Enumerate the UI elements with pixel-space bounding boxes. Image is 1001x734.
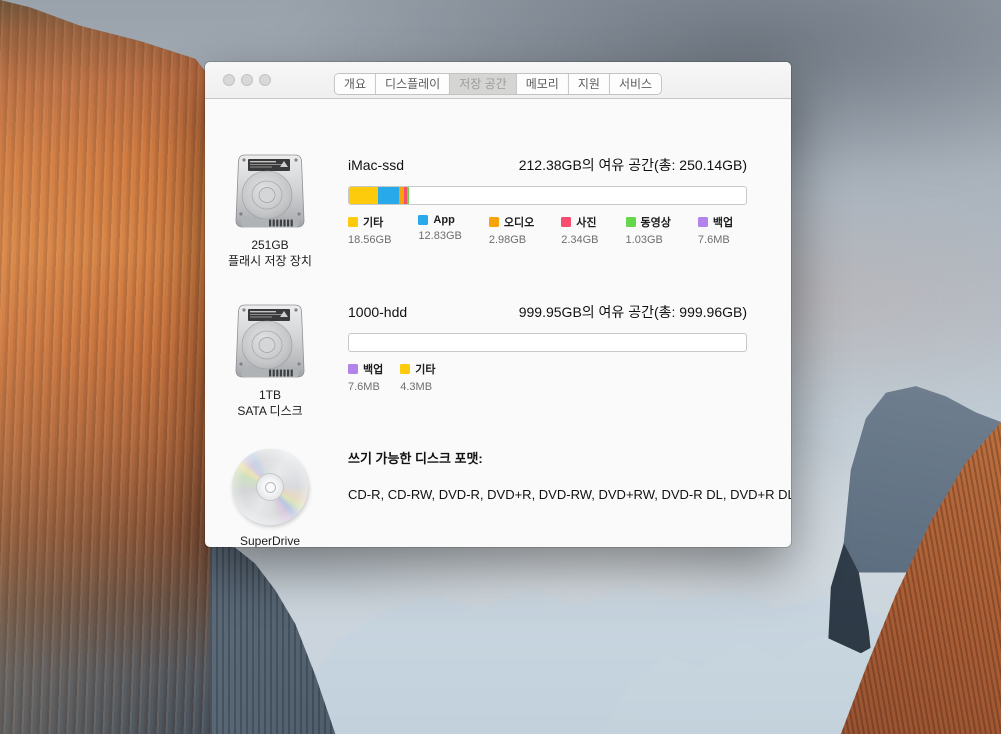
storage-pane: 251GB 플래시 저장 장치 iMac-ssd 212.38GB의 여유 공간… — [205, 99, 791, 547]
legend-item: 동영상 1.03GB — [626, 214, 671, 246]
legend-item: 사진 2.34GB — [561, 214, 598, 246]
disk2-header: 1000-hdd 999.95GB의 여유 공간(총: 999.96GB) — [348, 302, 747, 322]
hard-disk-icon — [234, 150, 306, 234]
legend-item: 기타 18.56GB — [348, 214, 391, 246]
disk1-header: iMac-ssd 212.38GB의 여유 공간(총: 250.14GB) — [348, 155, 747, 175]
legend-swatch — [626, 217, 636, 227]
legend-item: 백업 7.6MB — [698, 214, 733, 246]
disk1-usage-bar — [348, 186, 747, 205]
tab-memory[interactable]: 메모리 — [517, 74, 569, 94]
close-button[interactable] — [223, 74, 235, 86]
about-this-mac-window: 개요 디스플레이 저장 공간 메모리 지원 서비스 — [205, 62, 791, 547]
disk1-name: iMac-ssd — [348, 157, 404, 173]
legend-swatch — [348, 217, 358, 227]
tab-displays[interactable]: 디스플레이 — [376, 74, 450, 94]
legend-swatch — [561, 217, 571, 227]
legend-swatch — [489, 217, 499, 227]
hard-disk-icon — [234, 300, 306, 384]
traffic-lights — [223, 74, 274, 86]
disk2-free-space: 999.95GB의 여유 공간(총: 999.96GB) — [519, 302, 747, 322]
tab-bar: 개요 디스플레이 저장 공간 메모리 지원 서비스 — [334, 73, 662, 95]
writable-formats-title: 쓰기 가능한 디스크 포맷: — [348, 448, 747, 467]
disk2-details: 1000-hdd 999.95GB의 여유 공간(총: 999.96GB) 백업… — [348, 302, 747, 393]
cd-disc-icon — [232, 449, 308, 525]
window-titlebar[interactable]: 개요 디스플레이 저장 공간 메모리 지원 서비스 — [205, 62, 791, 99]
tab-storage[interactable]: 저장 공간 — [450, 74, 517, 94]
cd-hub — [256, 473, 284, 501]
superdrive-caption: SuperDrive — [205, 533, 335, 547]
minimize-button[interactable] — [241, 74, 253, 86]
tab-overview[interactable]: 개요 — [335, 74, 376, 94]
disk2-legend: 백업 7.6MB 기타 4.3MB — [348, 361, 747, 393]
tab-support[interactable]: 지원 — [569, 74, 610, 94]
desktop-wallpaper: 개요 디스플레이 저장 공간 메모리 지원 서비스 — [0, 0, 1001, 734]
disk1-legend: 기타 18.56GB App 12.83GB 오디오 2.98GB 사진 2.3… — [348, 214, 747, 246]
disk1-free-space: 212.38GB의 여유 공간(총: 250.14GB) — [519, 155, 747, 175]
legend-swatch — [348, 364, 358, 374]
legend-swatch — [400, 364, 410, 374]
legend-item: App 12.83GB — [418, 214, 461, 246]
bar-segment-동영상 — [407, 187, 409, 204]
cd-hole — [265, 482, 276, 493]
disk2-capacity: 1TB — [205, 387, 335, 403]
tab-service[interactable]: 서비스 — [610, 74, 661, 94]
legend-swatch — [698, 217, 708, 227]
disk1-caption: 251GB 플래시 저장 장치 — [205, 237, 335, 269]
disk2-name: 1000-hdd — [348, 304, 407, 320]
disk1-type: 플래시 저장 장치 — [205, 253, 335, 269]
writable-formats-list: CD-R, CD-RW, DVD-R, DVD+R, DVD-RW, DVD+R… — [348, 487, 747, 502]
legend-item: 오디오 2.98GB — [489, 214, 534, 246]
disk2-usage-bar — [348, 333, 747, 352]
disk2-icon-column: 1TB SATA 디스크 — [205, 300, 335, 419]
legend-item: 백업 7.6MB — [348, 361, 383, 393]
superdrive-details: 쓰기 가능한 디스크 포맷: CD-R, CD-RW, DVD-R, DVD+R… — [348, 448, 747, 502]
superdrive-icon-column: SuperDrive — [205, 449, 335, 547]
disk1-capacity: 251GB — [205, 237, 335, 253]
disk2-type: SATA 디스크 — [205, 403, 335, 419]
bar-segment-기타 — [349, 187, 378, 204]
disk1-icon-column: 251GB 플래시 저장 장치 — [205, 150, 335, 269]
legend-item: 기타 4.3MB — [400, 361, 435, 393]
legend-swatch — [418, 215, 428, 225]
disk1-details: iMac-ssd 212.38GB의 여유 공간(총: 250.14GB) 기타… — [348, 155, 747, 246]
bar-segment-App — [378, 187, 398, 204]
disk2-caption: 1TB SATA 디스크 — [205, 387, 335, 419]
zoom-button[interactable] — [259, 74, 271, 86]
